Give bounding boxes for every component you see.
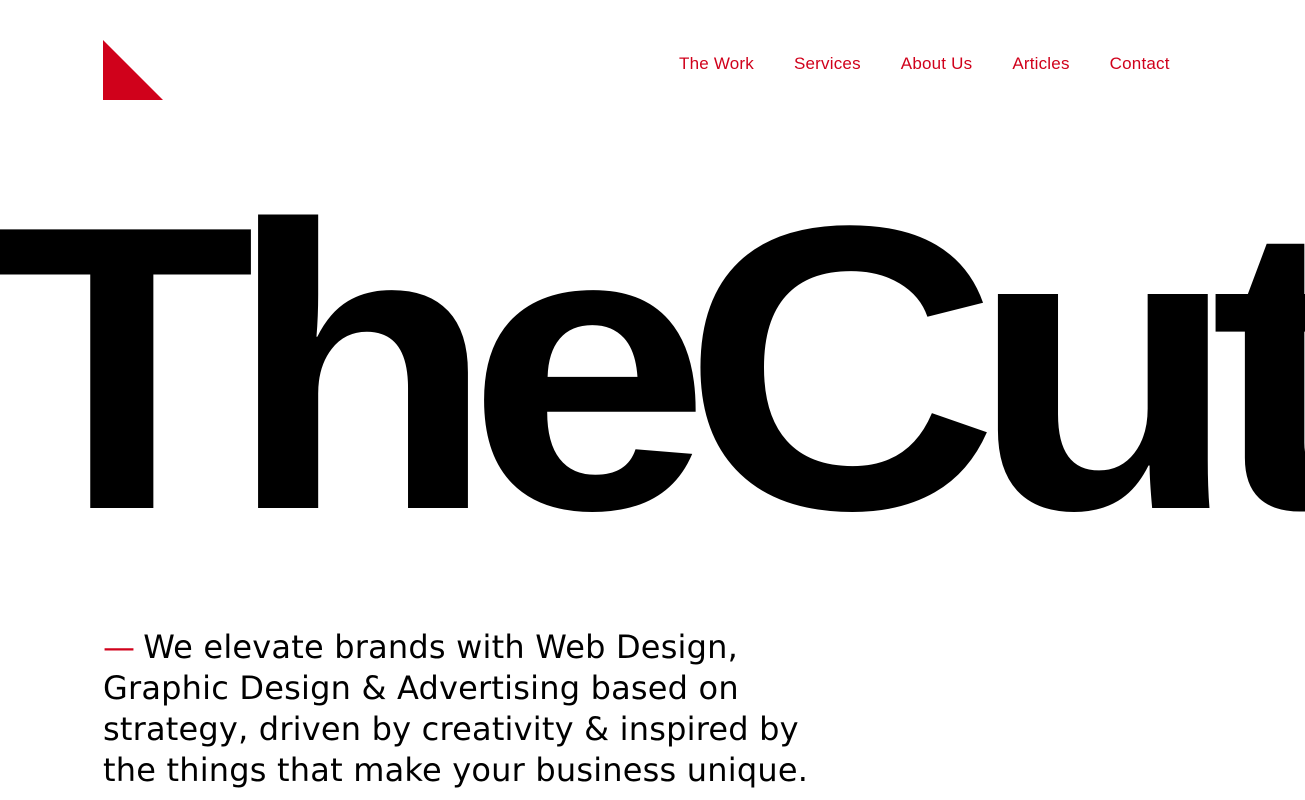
intro-text: We elevate brands with Web Design, Graph… [103, 628, 809, 789]
main-nav: The Work Services About Us Articles Cont… [679, 52, 1170, 76]
logo-icon[interactable] [103, 40, 163, 100]
logo-triangle [103, 40, 163, 100]
hero-wordmark-text: TheCut [0, 180, 1305, 540]
accent-dash: — [103, 628, 136, 666]
nav-link-the-work[interactable]: The Work [679, 52, 754, 76]
nav-link-contact[interactable]: Contact [1110, 52, 1170, 76]
intro-paragraph: — We elevate brands with Web Design, Grap… [103, 627, 823, 791]
hero-wordmark: TheCut [0, 180, 1305, 540]
nav-link-about-us[interactable]: About Us [901, 52, 973, 76]
nav-link-services[interactable]: Services [794, 52, 861, 76]
nav-link-articles[interactable]: Articles [1012, 52, 1069, 76]
